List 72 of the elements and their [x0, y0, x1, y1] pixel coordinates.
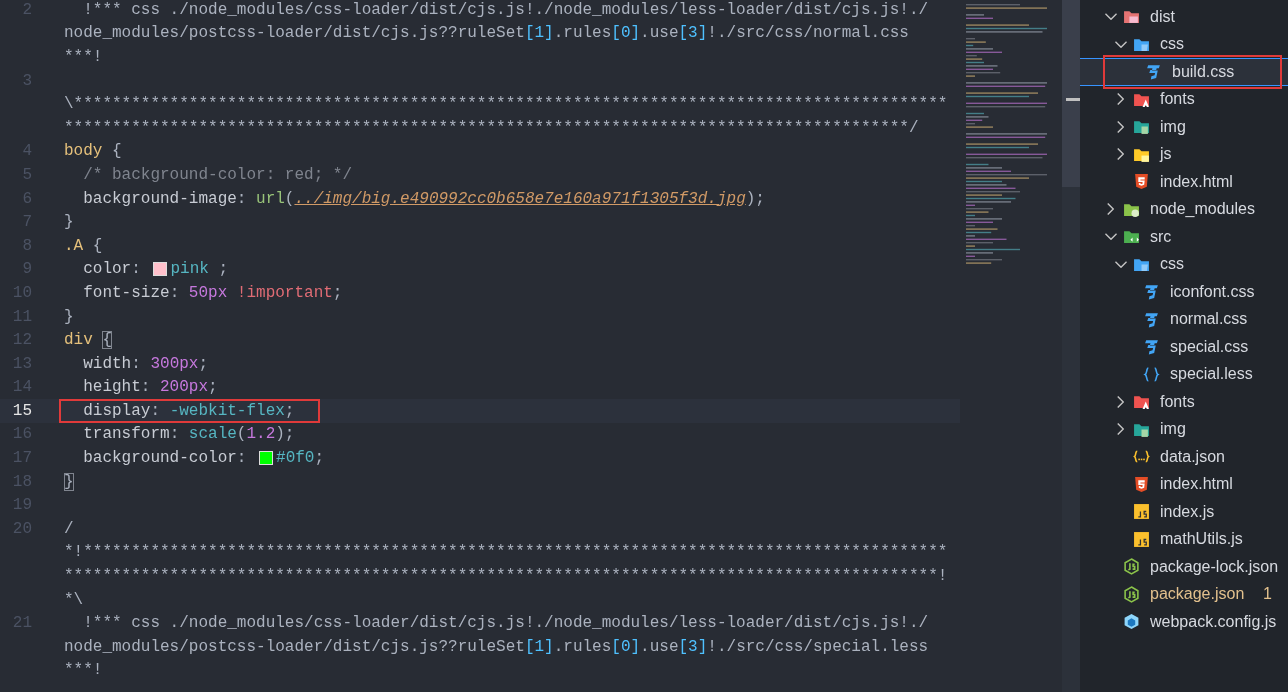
braces-icon	[1143, 365, 1160, 383]
code-line: transform: scale(1.2);	[82, 424, 295, 446]
code-line: display: -webkit-flex;	[82, 400, 295, 422]
code-line: width: 300px;	[82, 353, 209, 375]
code-line: /* background-color: red; */	[82, 164, 353, 186]
color-swatch-icon[interactable]	[153, 262, 168, 277]
code-line: \*******************************************************************************************	[64, 94, 948, 116]
tree-item[interactable]: img	[1080, 113, 1288, 141]
scrollbar-thumb[interactable]	[1062, 0, 1080, 187]
code-line: .A {	[64, 235, 103, 257]
tree-item[interactable]: package.json 1	[1080, 580, 1288, 608]
tree-item[interactable]: special.less	[1080, 360, 1288, 388]
tree-item[interactable]: index.js	[1080, 498, 1288, 526]
code-line: div {	[64, 330, 113, 352]
code-line: !*** css ./node_modules/css-loader/dist/cjs.js!./node_modules/less-loader/dist/cjs.js!./	[82, 0, 929, 21]
tree-item[interactable]: package-lock.json	[1080, 553, 1288, 581]
folder-icon	[1133, 393, 1150, 411]
code-line: }	[64, 471, 74, 493]
tree-item[interactable]: normal.css	[1080, 305, 1288, 333]
code-line: ***!	[64, 660, 103, 682]
code-line: height: 200px;	[82, 377, 218, 399]
html-file-icon	[1133, 475, 1150, 493]
js-file-icon	[1133, 530, 1150, 548]
tree-item[interactable]: js	[1080, 140, 1288, 168]
cube-icon	[1123, 613, 1140, 631]
code-line: body {	[64, 141, 122, 163]
tree-item[interactable]: mathUtils.js	[1080, 525, 1288, 553]
tree-item[interactable]: dist	[1080, 3, 1288, 31]
tree-item[interactable]: css	[1080, 250, 1288, 278]
tree-item[interactable]: iconfont.css	[1080, 278, 1288, 306]
code-line: /	[64, 518, 74, 540]
code-line: *!******************************************************************************************	[64, 542, 948, 564]
tree-item[interactable]: index.html	[1080, 470, 1288, 498]
code-line: node_modules/postcss-loader/dist/cjs.js??ruleSet[1].rules[0].use[3]!./src/css/normal.css	[64, 23, 909, 45]
css-file-icon	[1143, 338, 1160, 356]
code-line: }	[64, 212, 74, 234]
tree-item[interactable]: index.html	[1080, 168, 1288, 196]
css-file-icon	[1143, 283, 1160, 301]
color-swatch-icon[interactable]	[259, 451, 274, 466]
hexagon-icon	[1123, 558, 1140, 576]
code-text: background-color:	[82, 448, 248, 470]
tree-item[interactable]: node_modules	[1080, 195, 1288, 223]
folder-icon	[1123, 8, 1140, 26]
code-line: *******************************************************************************************!	[64, 566, 948, 588]
code-line: !*** css ./node_modules/css-loader/dist/cjs.js!./node_modules/less-loader/dist/cjs.js!./	[82, 613, 929, 635]
code-line: ***!	[64, 47, 103, 68]
css-file-icon	[1143, 310, 1160, 328]
tree-item[interactable]: build.css	[1080, 58, 1288, 86]
code-line: font-size: 50px !important;	[82, 282, 343, 304]
tree-item[interactable]: src	[1080, 223, 1288, 251]
folder-icon	[1123, 228, 1140, 246]
code-text: #0f0;	[276, 448, 325, 470]
html-file-icon	[1133, 173, 1150, 191]
line-number: 15	[12, 401, 32, 420]
hexagon-icon	[1123, 585, 1140, 603]
highlight-box: build.css	[1103, 54, 1282, 89]
code-line: ****************************************************************************************/	[64, 117, 919, 139]
code-text: color:	[82, 259, 142, 281]
code-text: pink ;	[170, 259, 229, 281]
folder-icon	[1133, 118, 1150, 136]
tree-item[interactable]: webpack.config.js	[1080, 608, 1288, 636]
code-line: node_modules/postcss-loader/dist/cjs.js??ruleSet[1].rules[0].use[3]!./src/css/special.less	[64, 636, 929, 658]
tree-item[interactable]: data.json	[1080, 443, 1288, 471]
code-line: *\	[64, 589, 84, 611]
tree-item[interactable]: special.css	[1080, 333, 1288, 361]
tree-item[interactable]: img	[1080, 415, 1288, 443]
tree-item[interactable]: fonts	[1080, 388, 1288, 416]
code-line: background-image: url(../img/big.e490992cc0b658e7e160a971f1305f3d.jpg);	[82, 188, 765, 210]
code-line: }	[64, 306, 74, 328]
scroll-marker	[1066, 98, 1080, 101]
js-file-icon	[1133, 503, 1150, 521]
css-file-icon	[1145, 63, 1162, 81]
